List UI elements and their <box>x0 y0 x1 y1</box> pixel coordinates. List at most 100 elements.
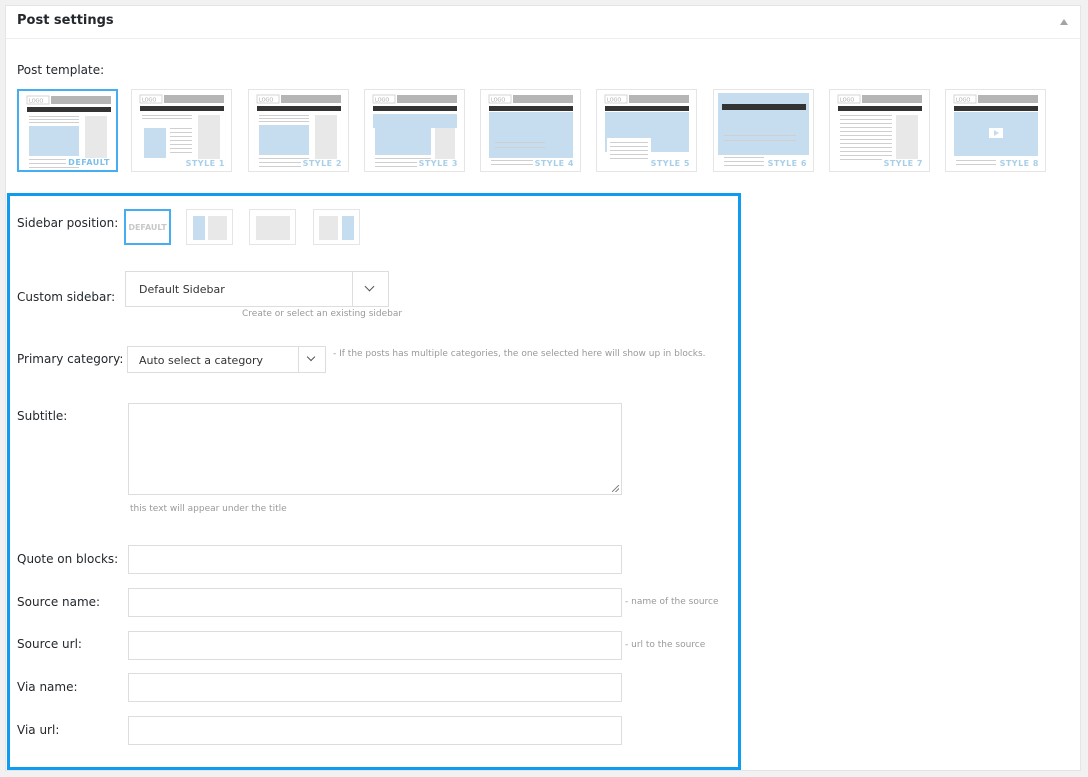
via-name-input[interactable] <box>128 673 622 702</box>
panel-title: Post settings <box>17 13 114 28</box>
post-template-option-style-5[interactable]: LOGO STYLE 5 <box>596 89 697 172</box>
sidebar-block <box>198 115 220 165</box>
header-bar <box>513 95 573 103</box>
subtitle-textarea[interactable] <box>128 403 622 495</box>
sidebar-position-label: Sidebar position: <box>17 216 119 230</box>
via-url-input[interactable] <box>128 716 622 745</box>
text-line <box>259 115 309 116</box>
source-url-hint: - url to the source <box>625 640 706 650</box>
collapse-arrow-icon[interactable] <box>1060 19 1068 25</box>
logo-text: LOGO <box>375 98 389 104</box>
text-line <box>170 132 192 133</box>
text-line <box>840 147 892 148</box>
primary-category-hint: - If the posts has multiple categories, … <box>333 349 706 359</box>
custom-sidebar-hint: Create or select an existing sidebar <box>242 309 403 319</box>
text-line <box>170 152 192 153</box>
sidebar-position-right[interactable] <box>313 209 360 245</box>
nav-bar <box>373 106 457 111</box>
text-line <box>840 135 892 136</box>
sidebar-left-layout-icon <box>193 216 227 240</box>
featured-image <box>489 112 573 158</box>
text-line <box>840 139 892 140</box>
post-template-option-style-4[interactable]: LOGO STYLE 4 <box>480 89 581 172</box>
text-line <box>840 115 892 116</box>
header-bar <box>281 95 341 103</box>
logo-text: LOGO <box>29 99 43 105</box>
text-line <box>840 143 892 144</box>
nav-bar <box>722 104 806 110</box>
subtitle-hint: this text will appear under the title <box>130 504 287 514</box>
logo-text: LOGO <box>142 98 156 104</box>
text-line <box>956 164 996 165</box>
text-line <box>840 123 892 124</box>
text-line <box>840 119 892 120</box>
post-template-option-style-7[interactable]: LOGO STYLE 7 <box>829 89 930 172</box>
no-sidebar-layout-icon <box>256 216 290 240</box>
text-line <box>170 144 192 145</box>
text-line <box>170 140 192 141</box>
text-line <box>495 142 545 143</box>
header-bar <box>862 95 922 103</box>
template-style-label: DEFAULT <box>66 158 112 167</box>
template-style-label: STYLE 1 <box>183 159 227 168</box>
logo-text: LOGO <box>491 98 505 104</box>
sidebar-position-none[interactable] <box>249 209 296 245</box>
sidebar-position-default[interactable]: DEFAULT <box>124 209 171 245</box>
text-line <box>840 131 892 132</box>
quote-on-blocks-input[interactable] <box>128 545 622 574</box>
nav-bar <box>605 106 689 111</box>
template-style-label: STYLE 3 <box>416 159 460 168</box>
featured-image-extension <box>375 128 431 155</box>
post-template-option-default[interactable]: LOGO DEFAULT <box>17 89 118 172</box>
resize-handle-icon[interactable] <box>612 485 619 492</box>
text-line <box>610 150 648 151</box>
source-url-label: Source url: <box>17 637 82 651</box>
chevron-down-icon <box>364 281 375 292</box>
sidebar-block <box>896 115 918 165</box>
text-line <box>956 160 996 161</box>
nav-bar <box>140 106 224 111</box>
source-name-hint: - name of the source <box>625 597 719 607</box>
header-bar <box>978 95 1038 103</box>
custom-sidebar-label: Custom sidebar: <box>17 290 116 304</box>
text-line <box>724 140 796 141</box>
primary-category-dropdown[interactable] <box>298 347 325 372</box>
post-template-option-style-2[interactable]: LOGO STYLE 2 <box>248 89 349 172</box>
via-name-label: Via name: <box>17 680 78 694</box>
panel-header[interactable]: Post settings <box>6 6 1080 39</box>
sidebar-position-left[interactable] <box>186 209 233 245</box>
sidebar-position-default-label: DEFAULT <box>128 223 167 232</box>
post-template-option-style-1[interactable]: LOGO STYLE 1 <box>131 89 232 172</box>
source-name-input[interactable] <box>128 588 622 617</box>
text-line <box>724 135 796 136</box>
text-line <box>724 157 764 158</box>
custom-sidebar-select[interactable]: Default Sidebar <box>125 271 389 307</box>
source-url-input[interactable] <box>128 631 622 660</box>
via-url-label: Via url: <box>17 723 60 737</box>
subtitle-label: Subtitle: <box>17 409 68 423</box>
text-line <box>495 147 545 148</box>
logo-text: LOGO <box>840 98 854 104</box>
quote-on-blocks-label: Quote on blocks: <box>17 552 119 566</box>
nav-bar <box>838 106 922 111</box>
custom-sidebar-dropdown[interactable] <box>352 272 388 306</box>
text-line <box>840 127 892 128</box>
text-line <box>610 154 648 155</box>
featured-image <box>373 114 457 128</box>
hero-image <box>718 93 809 155</box>
text-line <box>170 148 192 149</box>
nav-bar <box>954 106 1038 111</box>
post-template-option-style-8[interactable]: LOGO STYLE 8 <box>945 89 1046 172</box>
text-line <box>610 146 648 147</box>
primary-category-label: Primary category: <box>17 352 124 366</box>
source-name-label: Source name: <box>17 595 101 609</box>
text-line <box>29 167 79 168</box>
text-line <box>29 122 79 123</box>
post-template-option-style-3[interactable]: LOGO STYLE 3 <box>364 89 465 172</box>
logo-text: LOGO <box>607 98 621 104</box>
text-line <box>840 155 892 156</box>
post-template-option-style-6[interactable]: LOGOSTYLE 6 <box>713 89 814 172</box>
primary-category-select[interactable]: Auto select a category <box>127 346 326 373</box>
text-line <box>610 158 648 159</box>
text-line <box>724 161 764 162</box>
